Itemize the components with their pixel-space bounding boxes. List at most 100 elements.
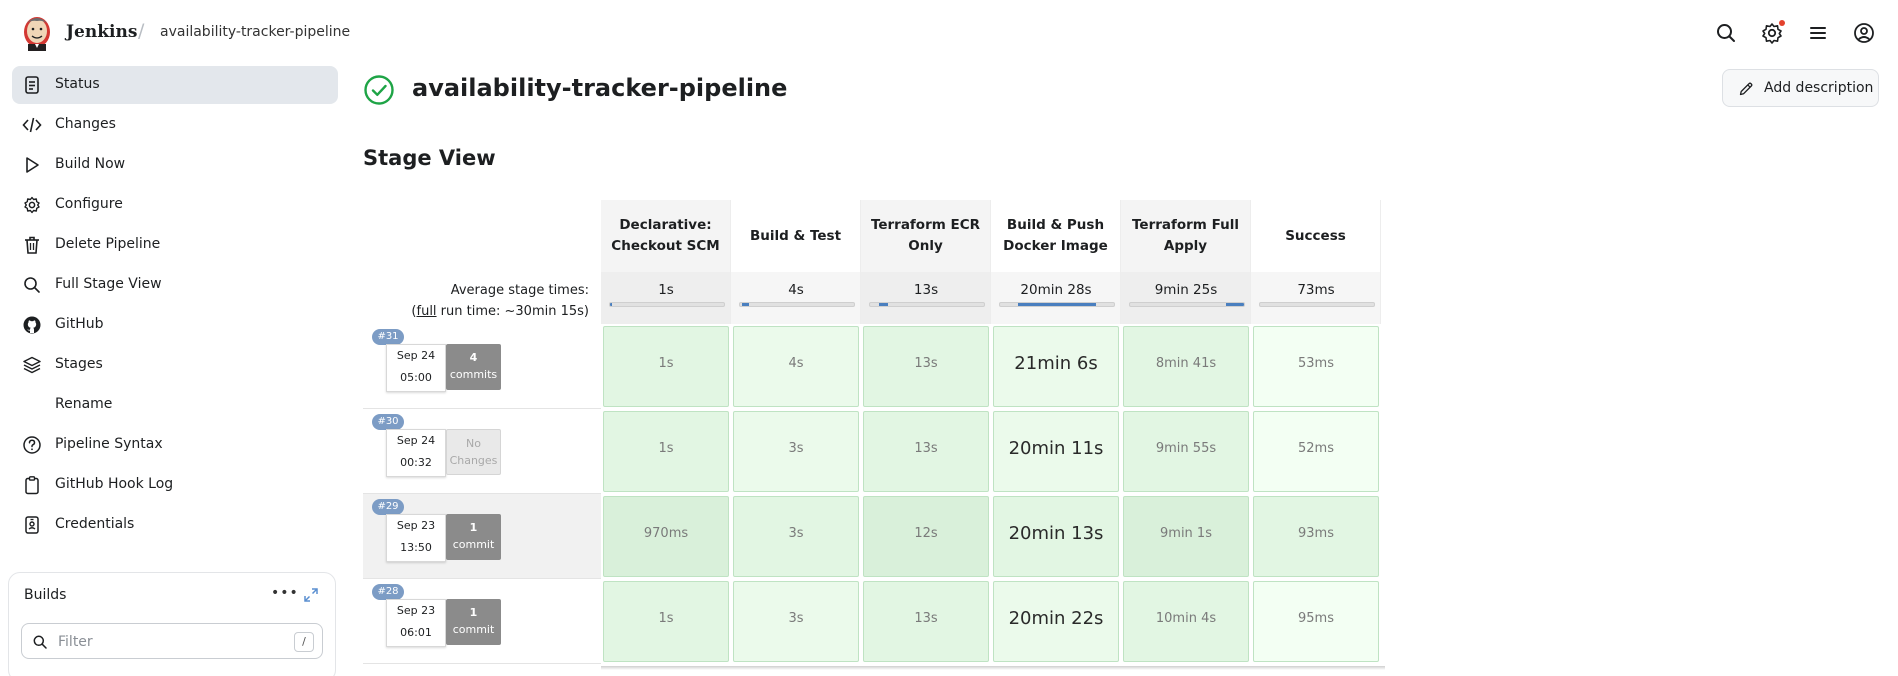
add-description-button[interactable]: Add description bbox=[1722, 69, 1879, 107]
build-number-badge[interactable]: #28 bbox=[372, 584, 404, 600]
filter-input[interactable] bbox=[58, 631, 278, 653]
jenkins-logo-icon[interactable] bbox=[22, 15, 52, 51]
stage-cell[interactable]: 13s bbox=[863, 411, 989, 492]
stage-cell[interactable]: 53ms bbox=[1253, 326, 1379, 407]
stage-average-cell: 20min 28s bbox=[991, 272, 1121, 324]
expand-icon[interactable] bbox=[303, 587, 319, 603]
stage-cell[interactable]: 20min 11s bbox=[993, 411, 1119, 492]
stage-cell[interactable]: 4s bbox=[733, 326, 859, 407]
sidebar-item-configure[interactable]: Configure bbox=[12, 186, 338, 224]
commit-count: 1 bbox=[469, 521, 478, 534]
builds-more-button[interactable]: ••• bbox=[271, 585, 299, 601]
sidebar-item-stages[interactable]: Stages bbox=[12, 346, 338, 384]
stage-cell[interactable]: 21min 6s bbox=[993, 326, 1119, 407]
build-row: #28 Sep 23 06:01 1 commit 1s 3s 13s 20min … bbox=[363, 579, 1379, 664]
build-commits-badge[interactable]: 1 commit bbox=[446, 599, 501, 645]
build-date: Sep 24 00:32 bbox=[386, 429, 446, 477]
build-date-time: 05:00 bbox=[400, 371, 432, 384]
commit-text: commits bbox=[449, 368, 498, 381]
sidebar-item-rename[interactable]: Rename bbox=[12, 386, 338, 424]
stage-cell[interactable]: 3s bbox=[733, 496, 859, 577]
build-number-badge[interactable]: #30 bbox=[372, 414, 404, 430]
notification-dot bbox=[1779, 20, 1785, 26]
stage-header: Terraform Full Apply bbox=[1121, 200, 1251, 272]
sidebar-item-changes[interactable]: Changes bbox=[12, 106, 338, 144]
sidebar-item-credentials[interactable]: Credentials bbox=[12, 506, 338, 544]
stage-cell[interactable]: 1s bbox=[603, 411, 729, 492]
sidebar-item-label: Credentials bbox=[55, 516, 135, 532]
stage-cell[interactable]: 12s bbox=[863, 496, 989, 577]
play-icon bbox=[22, 155, 42, 175]
build-date-time: 06:01 bbox=[400, 626, 432, 639]
progress-fill bbox=[879, 303, 889, 306]
build-date: Sep 23 13:50 bbox=[386, 514, 446, 562]
sidebar-item-build-now[interactable]: Build Now bbox=[12, 146, 338, 184]
sidebar-item-github[interactable]: GitHub bbox=[12, 306, 338, 344]
stage-average-cell: 4s bbox=[731, 272, 861, 324]
stage-cell[interactable]: 13s bbox=[863, 326, 989, 407]
build-commits-badge[interactable]: 1 commit bbox=[446, 514, 501, 560]
stage-average-time: 13s bbox=[913, 282, 939, 298]
stage-header-label: Terraform Full Apply bbox=[1132, 217, 1239, 254]
stage-cell[interactable]: 52ms bbox=[1253, 411, 1379, 492]
stage-header-label: Terraform ECR Only bbox=[870, 217, 981, 254]
stage-duration: 93ms bbox=[1298, 526, 1334, 541]
build-commits-badge[interactable]: No Changes bbox=[446, 429, 501, 475]
stage-duration: 970ms bbox=[643, 526, 689, 541]
sidebar-item-status[interactable]: Status bbox=[12, 66, 338, 104]
sidebar-item-label: Stages bbox=[55, 356, 103, 372]
build-date-time: 13:50 bbox=[400, 541, 432, 554]
sidebar-item-github-hook-log[interactable]: GitHub Hook Log bbox=[12, 466, 338, 504]
settings-icon[interactable] bbox=[1759, 20, 1785, 46]
stage-cell[interactable]: 3s bbox=[733, 411, 859, 492]
build-row: #30 Sep 24 00:32 No Changes 1s 3s 13s 20mi… bbox=[363, 409, 1379, 494]
search-icon bbox=[32, 634, 48, 650]
sidebar-item-pipeline-syntax[interactable]: Pipeline Syntax bbox=[12, 426, 338, 464]
build-date: Sep 24 05:00 bbox=[386, 344, 446, 392]
builds-filter[interactable]: / bbox=[21, 623, 323, 659]
stage-cell[interactable]: 9min 1s bbox=[1123, 496, 1249, 577]
stage-duration: 3s bbox=[788, 526, 804, 541]
sidebar-item-full-stage-view[interactable]: Full Stage View bbox=[12, 266, 338, 304]
stage-cell[interactable]: 20min 22s bbox=[993, 581, 1119, 662]
build-info: #30 Sep 24 00:32 No Changes bbox=[363, 409, 601, 494]
stage-cell[interactable]: 8min 41s bbox=[1123, 326, 1249, 407]
stage-duration: 13s bbox=[914, 611, 938, 626]
build-row: #31 Sep 24 05:00 4 commits 1s 4s 13s 21min… bbox=[363, 324, 1379, 409]
status-icon bbox=[22, 75, 42, 95]
stage-cell[interactable]: 1s bbox=[603, 581, 729, 662]
stage-cell[interactable]: 13s bbox=[863, 581, 989, 662]
gear-icon bbox=[22, 195, 42, 215]
stage-cell[interactable]: 9min 55s bbox=[1123, 411, 1249, 492]
stage-cell[interactable]: 1s bbox=[603, 326, 729, 407]
sidebar-item-label: Build Now bbox=[55, 156, 126, 172]
stage-duration: 53ms bbox=[1298, 356, 1334, 371]
menu-icon[interactable] bbox=[1805, 20, 1831, 46]
brand-name[interactable]: Jenkins bbox=[66, 22, 137, 42]
search-icon[interactable] bbox=[1713, 20, 1739, 46]
stage-duration: 8min 41s bbox=[1155, 356, 1217, 371]
commit-text: commit bbox=[452, 538, 495, 551]
account-icon[interactable] bbox=[1851, 20, 1877, 46]
full-run-link[interactable]: full bbox=[417, 304, 437, 319]
stage-cell[interactable]: 20min 13s bbox=[993, 496, 1119, 577]
stage-average-progress bbox=[609, 302, 725, 307]
stage-header-label: Success bbox=[1285, 227, 1346, 244]
stage-average-cell: 1s bbox=[601, 272, 731, 324]
stage-cell[interactable]: 3s bbox=[733, 581, 859, 662]
build-commits-badge[interactable]: 4 commits bbox=[446, 344, 501, 390]
stage-duration: 1s bbox=[658, 441, 674, 456]
stage-cell[interactable]: 95ms bbox=[1253, 581, 1379, 662]
progress-fill bbox=[742, 303, 750, 306]
build-number-badge[interactable]: #29 bbox=[372, 499, 404, 515]
clipboard-icon bbox=[22, 475, 42, 495]
commit-text: commit bbox=[452, 623, 495, 636]
stage-cell[interactable]: 93ms bbox=[1253, 496, 1379, 577]
stage-cell[interactable]: 970ms bbox=[603, 496, 729, 577]
stage-cell[interactable]: 10min 4s bbox=[1123, 581, 1249, 662]
breadcrumb-job[interactable]: availability-tracker-pipeline bbox=[160, 24, 350, 40]
sidebar-item-delete-pipeline[interactable]: Delete Pipeline bbox=[12, 226, 338, 264]
progress-fill bbox=[1225, 303, 1244, 306]
build-number-badge[interactable]: #31 bbox=[372, 329, 404, 345]
success-status-icon bbox=[363, 74, 395, 106]
